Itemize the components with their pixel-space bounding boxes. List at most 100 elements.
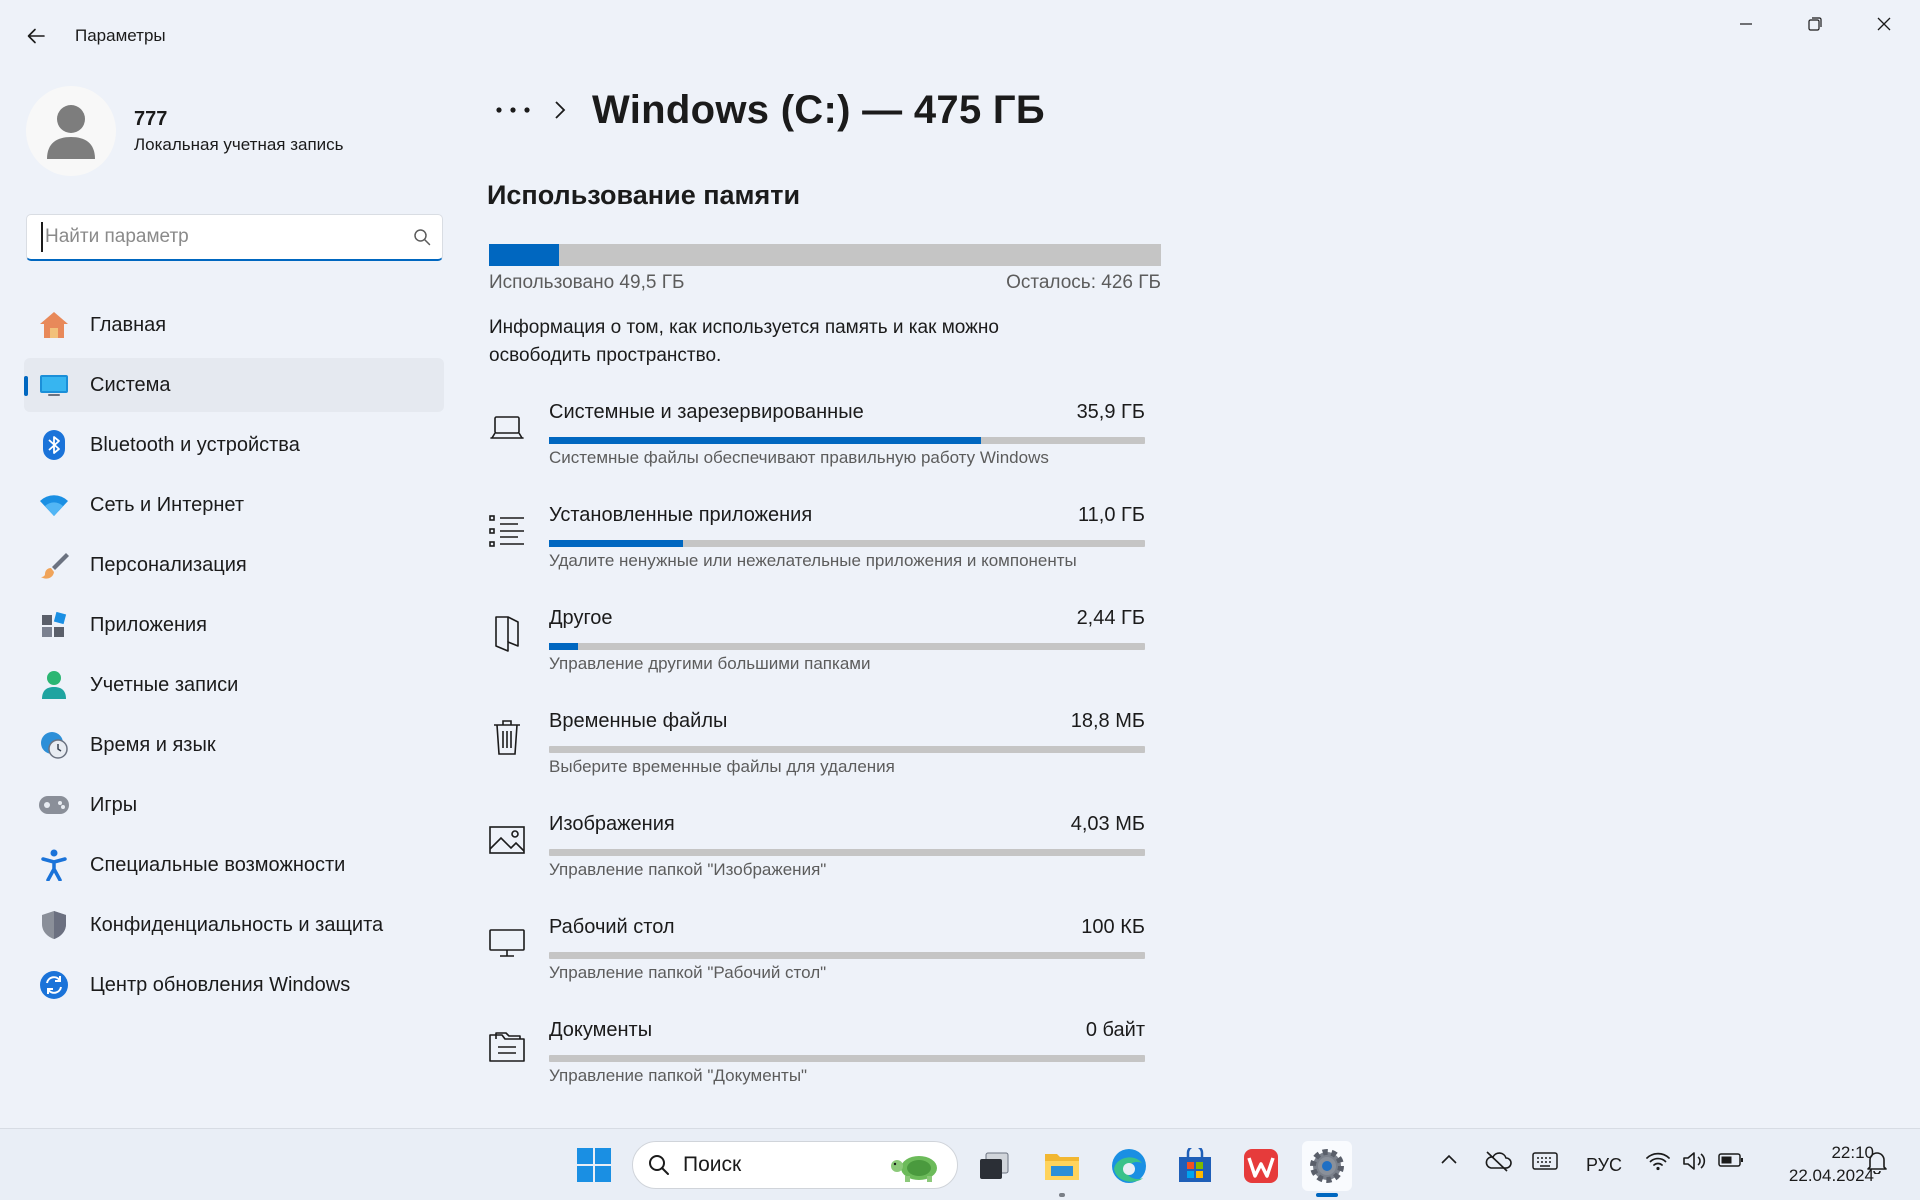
volume-icon xyxy=(1683,1152,1706,1170)
category-size: 2,44 ГБ xyxy=(1076,607,1145,629)
sidebar-item-apps[interactable]: Приложения xyxy=(24,598,444,652)
close-button[interactable] xyxy=(1854,8,1914,40)
search-input[interactable] xyxy=(41,222,402,252)
search-icon[interactable] xyxy=(402,228,442,246)
sidebar-item-label: Время и язык xyxy=(90,733,216,756)
storage-category-system[interactable]: Системные и зарезервированные 35,9 ГБ Си… xyxy=(487,396,1147,499)
category-description: Системные файлы обеспечивают правильную … xyxy=(549,448,1049,467)
sidebar-item-label: Bluetooth и устройства xyxy=(90,433,300,456)
sidebar-item-label: Учетные записи xyxy=(90,673,239,696)
category-bar-fill xyxy=(549,643,579,650)
sidebar-item-accounts[interactable]: Учетные записи xyxy=(24,658,444,712)
category-bar xyxy=(549,1055,1145,1062)
category-description: Управление папкой "Рабочий стол" xyxy=(549,963,827,982)
category-bar xyxy=(549,643,1145,650)
taskbar-file-explorer[interactable] xyxy=(1037,1141,1087,1197)
taskbar-search[interactable]: Поиск xyxy=(632,1141,958,1189)
category-bar xyxy=(549,437,1145,444)
taskbar-clock[interactable]: 22:10 22.04.2024 xyxy=(1762,1141,1874,1187)
settings-icon xyxy=(1310,1149,1344,1183)
category-name: Рабочий стол xyxy=(549,916,675,938)
documents-icon xyxy=(487,1026,527,1066)
wps-office-icon xyxy=(1244,1149,1278,1183)
category-description: Выберите временные файлы для удаления xyxy=(549,757,895,776)
breadcrumb: Windows (C:) — 475 ГБ xyxy=(486,86,1045,134)
profile-name: 777 xyxy=(134,107,168,130)
tray-notifications[interactable] xyxy=(1866,1150,1888,1174)
sidebar-item-gaming[interactable]: Игры xyxy=(24,778,444,832)
category-size: 18,8 МБ xyxy=(1070,710,1145,732)
taskbar-task-view[interactable] xyxy=(969,1141,1019,1191)
profile-account-type: Локальная учетная запись xyxy=(134,134,344,154)
category-name: Установленные приложения xyxy=(549,504,813,526)
back-button[interactable] xyxy=(18,20,54,52)
tray-language[interactable]: РУС xyxy=(1586,1155,1622,1176)
sidebar-item-personalization[interactable]: Персонализация xyxy=(24,538,444,592)
brush-icon xyxy=(38,549,70,581)
sidebar-item-accessibility[interactable]: Специальные возможности xyxy=(24,838,444,892)
folder-outline-icon xyxy=(487,614,527,654)
settings-search-box[interactable] xyxy=(26,214,443,261)
chevron-right-icon xyxy=(554,100,566,120)
storage-usage-bar xyxy=(489,244,1161,266)
sidebar-item-label: Специальные возможности xyxy=(90,853,346,876)
taskbar-store[interactable] xyxy=(1170,1141,1220,1191)
section-title: Использование памяти xyxy=(487,180,801,210)
more-dots-icon xyxy=(496,107,530,113)
tray-overflow-button[interactable] xyxy=(1440,1153,1458,1165)
start-button[interactable] xyxy=(572,1143,616,1187)
sidebar-item-windows-update[interactable]: Центр обновления Windows xyxy=(24,958,444,1012)
taskbar-wps-office[interactable] xyxy=(1236,1141,1286,1191)
sidebar-item-network[interactable]: Сеть и Интернет xyxy=(24,478,444,532)
avatar xyxy=(26,86,116,176)
sidebar-item-home[interactable]: Главная xyxy=(24,298,444,352)
restore-icon xyxy=(1808,17,1822,31)
clock-time: 22:10 xyxy=(1831,1143,1874,1162)
sidebar-item-label: Главная xyxy=(90,313,167,336)
system-display-icon xyxy=(38,369,70,401)
sidebar-item-privacy[interactable]: Конфиденциальность и защита xyxy=(24,898,444,952)
category-bar-fill xyxy=(549,540,684,547)
tray-network[interactable] xyxy=(1646,1151,1670,1171)
bluetooth-icon xyxy=(38,429,70,461)
battery-icon xyxy=(1718,1153,1743,1167)
taskbar-settings[interactable] xyxy=(1302,1141,1352,1197)
tray-onedrive[interactable] xyxy=(1484,1150,1512,1172)
user-profile[interactable]: 777 Локальная учетная запись xyxy=(26,86,344,176)
globe-clock-icon xyxy=(38,729,70,761)
sidebar-item-label: Приложения xyxy=(90,613,208,636)
title-bar: Параметры xyxy=(0,0,1920,72)
edge-icon xyxy=(1112,1149,1146,1183)
breadcrumb-more-button[interactable] xyxy=(486,86,540,134)
taskbar: Поиск РУС 22:10 22.04.2024 xyxy=(0,1128,1920,1200)
tray-volume[interactable] xyxy=(1682,1151,1706,1171)
storage-free-label: Осталось: 426 ГБ xyxy=(1006,272,1161,293)
storage-category-temp-files[interactable]: Временные файлы 18,8 МБ Выберите временн… xyxy=(487,705,1147,808)
storage-category-documents[interactable]: Документы 0 байт Управление папкой "Доку… xyxy=(487,1014,1147,1117)
sidebar-item-label: Конфиденциальность и защита xyxy=(90,913,384,936)
category-size: 100 КБ xyxy=(1081,916,1145,938)
tray-touch-keyboard[interactable] xyxy=(1532,1151,1558,1171)
sidebar-item-time-language[interactable]: Время и язык xyxy=(24,718,444,772)
update-icon xyxy=(38,969,70,1001)
sidebar-item-label: Игры xyxy=(90,793,138,816)
taskbar-edge[interactable] xyxy=(1104,1141,1154,1191)
list-icon xyxy=(487,511,527,551)
restore-button[interactable] xyxy=(1785,8,1845,40)
category-bar xyxy=(549,952,1145,959)
tray-battery[interactable] xyxy=(1718,1152,1744,1168)
storage-category-apps[interactable]: Установленные приложения 11,0 ГБ Удалите… xyxy=(487,499,1147,602)
apps-icon xyxy=(38,609,70,641)
gamepad-icon xyxy=(38,789,70,821)
category-bar-fill xyxy=(549,437,982,444)
storage-category-pictures[interactable]: Изображения 4,03 МБ Управление папкой "И… xyxy=(487,808,1147,911)
sidebar-item-bluetooth[interactable]: Bluetooth и устройства xyxy=(24,418,444,472)
sidebar-item-system[interactable]: Система xyxy=(24,358,444,412)
back-arrow-icon xyxy=(27,28,45,44)
sidebar-item-label: Сеть и Интернет xyxy=(90,493,245,516)
running-indicator xyxy=(1059,1193,1065,1197)
storage-category-other[interactable]: Другое 2,44 ГБ Управление другими больши… xyxy=(487,602,1147,705)
storage-category-desktop[interactable]: Рабочий стол 100 КБ Управление папкой "Р… xyxy=(487,911,1147,1014)
minimize-button[interactable] xyxy=(1716,8,1776,40)
keyboard-icon xyxy=(1532,1152,1558,1170)
